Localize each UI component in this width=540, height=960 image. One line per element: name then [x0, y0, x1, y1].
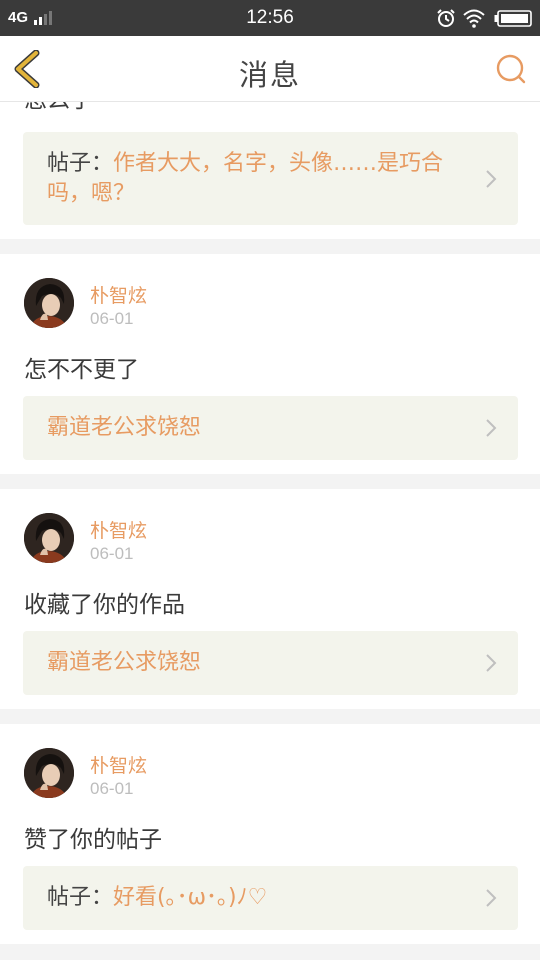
avatar[interactable] — [24, 513, 74, 563]
notification-card: 朴智炫 06-01 收藏了你的作品 霸道老公求饶恕 — [0, 489, 540, 709]
user-name[interactable]: 朴智炫 — [90, 516, 147, 543]
avatar[interactable] — [24, 278, 74, 328]
comment-text: 怎么了 — [24, 102, 93, 114]
user-name[interactable]: 朴智炫 — [90, 281, 147, 308]
comment-text: 赞了你的帖子 — [24, 827, 162, 853]
avatar[interactable] — [24, 748, 74, 798]
battery-icon — [494, 10, 532, 27]
search-icon[interactable] — [494, 52, 528, 86]
post-title: 霸道老公求饶恕 — [47, 650, 202, 675]
timestamp: 06-01 — [90, 779, 134, 798]
clock: 12:56 — [246, 7, 294, 28]
notification-card: 朴智炫 06-01 怎不不更了 霸道老公求饶恕 — [0, 254, 540, 474]
post-link[interactable]: 帖子：好看(｡･ω･｡)ﾉ♡ — [23, 866, 518, 930]
chevron-right-icon — [486, 419, 497, 437]
user-name[interactable]: 朴智炫 — [90, 751, 147, 778]
post-link[interactable]: 帖子：作者大大，名字，头像……是巧合吗，嗯？ — [23, 132, 518, 225]
status-bar: 4G 12:56 — [0, 0, 540, 36]
comment-text: 怎不不更了 — [24, 357, 139, 383]
post-text: 霸道老公求饶恕 — [47, 413, 472, 443]
alarm-icon — [437, 9, 455, 27]
top-nav-bar: 消息 — [0, 36, 540, 102]
post-text: 帖子：作者大大，名字，头像……是巧合吗，嗯？ — [47, 149, 472, 209]
notification-card: 朴智炫 06-01 赞了你的帖子 帖子：好看(｡･ω･｡)ﾉ♡ — [0, 724, 540, 944]
comment-text: 收藏了你的作品 — [24, 592, 185, 618]
post-text: 霸道老公求饶恕 — [47, 648, 472, 678]
chevron-right-icon — [486, 654, 497, 672]
post-title: 霸道老公求饶恕 — [47, 415, 202, 440]
post-link[interactable]: 霸道老公求饶恕 — [23, 396, 518, 460]
post-text: 帖子：好看(｡･ω･｡)ﾉ♡ — [47, 883, 472, 913]
chevron-right-icon — [486, 889, 497, 907]
post-link[interactable]: 霸道老公求饶恕 — [23, 631, 518, 695]
timestamp: 06-01 — [90, 544, 134, 563]
message-list[interactable]: 怎么了 帖子：作者大大，名字，头像……是巧合吗，嗯？ 朴智炫 06-01 怎 — [0, 102, 540, 960]
post-prefix: 帖子： — [47, 151, 114, 176]
chevron-right-icon — [486, 169, 497, 188]
post-title: 好看(｡･ω･｡)ﾉ♡ — [113, 885, 268, 910]
timestamp: 06-01 — [90, 309, 134, 328]
notification-card: 怎么了 帖子：作者大大，名字，头像……是巧合吗，嗯？ — [0, 102, 540, 239]
wifi-icon — [463, 9, 485, 28]
post-prefix: 帖子： — [47, 885, 114, 910]
page-title: 消息 — [238, 58, 301, 92]
